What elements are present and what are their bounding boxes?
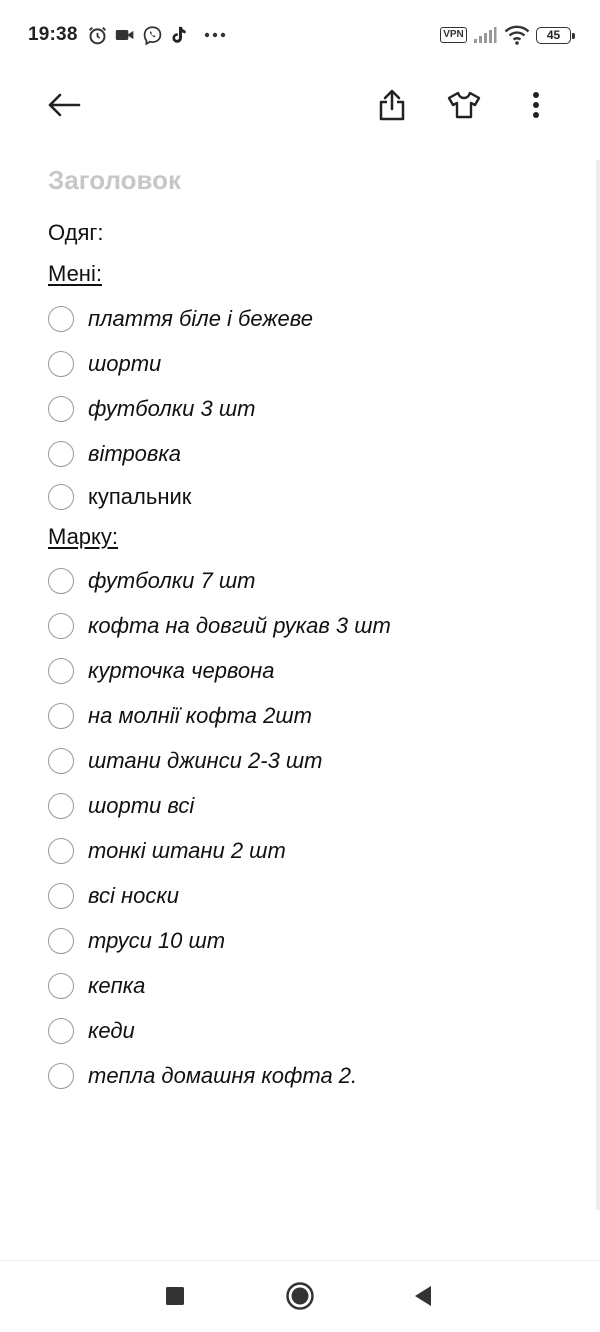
checklist-item[interactable]: всі носки (48, 881, 179, 911)
note-heading[interactable]: Одяг: (48, 220, 104, 246)
checkbox[interactable] (48, 883, 74, 909)
checklist-item[interactable]: труси 10 шт (48, 926, 225, 956)
checklist-item[interactable]: купальник (48, 482, 191, 512)
back-button[interactable] (39, 82, 89, 132)
checklist-item[interactable]: штани джинси 2-3 шт (48, 746, 323, 776)
checkbox[interactable] (48, 568, 74, 594)
signal-icon (472, 23, 498, 47)
alarm-icon (85, 23, 109, 47)
checkbox[interactable] (48, 703, 74, 729)
checklist-item-text[interactable]: всі носки (88, 883, 179, 909)
checklist-item-text[interactable]: на молнії кофта 2шт (88, 703, 312, 729)
checklist-item[interactable]: кеди (48, 1016, 135, 1046)
checkbox[interactable] (48, 838, 74, 864)
checkbox[interactable] (48, 441, 74, 467)
checklist-item-text[interactable]: плаття біле і бежеве (88, 306, 313, 332)
theme-button[interactable] (439, 82, 489, 132)
recents-button[interactable] (153, 1276, 197, 1320)
share-icon (378, 89, 406, 126)
nav-divider (0, 1260, 600, 1261)
battery-indicator: 45 (536, 27, 575, 44)
checklist-item[interactable]: шорти всі (48, 791, 194, 821)
home-circle-icon (285, 1281, 315, 1316)
checklist-item[interactable]: на молнії кофта 2шт (48, 701, 312, 731)
checkbox[interactable] (48, 306, 74, 332)
checkbox[interactable] (48, 1018, 74, 1044)
checklist-item-text[interactable]: футболки 7 шт (88, 568, 255, 594)
home-button[interactable] (278, 1276, 322, 1320)
more-vertical-icon (532, 91, 540, 124)
checklist-item-text[interactable]: кеди (88, 1018, 135, 1044)
checkbox[interactable] (48, 793, 74, 819)
checklist-item-text[interactable]: труси 10 шт (88, 928, 225, 954)
section-label-marko[interactable]: Марку: (48, 524, 118, 550)
wifi-icon (503, 23, 531, 47)
checklist-item-text[interactable]: кофта на довгий рукав 3 шт (88, 613, 391, 639)
checklist-item-text[interactable]: шорти (88, 351, 161, 377)
status-bar: 19:38 VPN 45 (0, 0, 600, 70)
checklist-item-text[interactable]: футболки 3 шт (88, 396, 255, 422)
checkbox[interactable] (48, 748, 74, 774)
more-dots-icon (203, 23, 227, 47)
share-button[interactable] (367, 82, 417, 132)
arrow-back-icon (47, 93, 81, 122)
checkbox[interactable] (48, 658, 74, 684)
checkbox[interactable] (48, 351, 74, 377)
checklist-item-text[interactable]: вітровка (88, 441, 181, 467)
scrollbar[interactable] (596, 160, 600, 1210)
video-camera-icon (114, 23, 136, 47)
checklist-item-text[interactable]: купальник (88, 484, 191, 510)
tiktok-icon (169, 23, 189, 47)
checklist-item-text[interactable]: кепка (88, 973, 145, 999)
checkbox[interactable] (48, 1063, 74, 1089)
status-time: 19:38 (28, 24, 78, 45)
checklist-item[interactable]: футболки 3 шт (48, 394, 255, 424)
checkbox[interactable] (48, 613, 74, 639)
note-title-input[interactable]: Заголовок (48, 165, 181, 196)
checklist-item-text[interactable]: тепла домашня кофта 2. (88, 1063, 357, 1089)
checkbox[interactable] (48, 396, 74, 422)
checklist-item[interactable]: тепла домашня кофта 2. (48, 1061, 357, 1091)
checklist-item[interactable]: футболки 7 шт (48, 566, 255, 596)
back-nav-button[interactable] (401, 1276, 445, 1320)
checklist-item-text[interactable]: курточка червона (88, 658, 275, 684)
checklist-item-text[interactable]: шорти всі (88, 793, 194, 819)
tshirt-icon (447, 91, 481, 124)
vpn-badge: VPN (440, 27, 467, 43)
viber-icon (140, 23, 164, 47)
checklist-item-text[interactable]: штани джинси 2-3 шт (88, 748, 323, 774)
section-label-mine[interactable]: Мені: (48, 261, 102, 287)
checkbox[interactable] (48, 928, 74, 954)
more-options-button[interactable] (511, 82, 561, 132)
checklist-item[interactable]: курточка червона (48, 656, 275, 686)
checkbox[interactable] (48, 973, 74, 999)
checklist-item-text[interactable]: тонкі штани 2 шт (88, 838, 286, 864)
checklist-item[interactable]: кепка (48, 971, 145, 1001)
checklist-item[interactable]: вітровка (48, 439, 181, 469)
recents-square-icon (165, 1286, 185, 1311)
checklist-item[interactable]: плаття біле і бежеве (48, 304, 313, 334)
checkbox[interactable] (48, 484, 74, 510)
checklist-item[interactable]: тонкі штани 2 шт (48, 836, 286, 866)
checklist-item[interactable]: кофта на довгий рукав 3 шт (48, 611, 391, 641)
checklist-item[interactable]: шорти (48, 349, 161, 379)
back-triangle-icon (413, 1285, 433, 1312)
